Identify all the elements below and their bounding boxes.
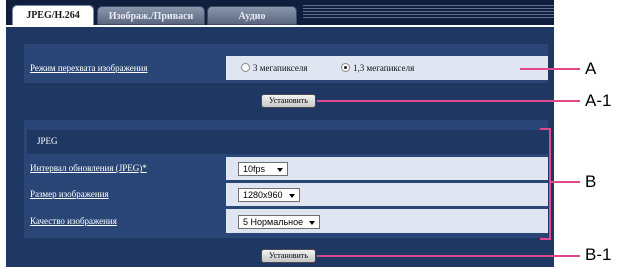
- image-quality-label: Качество изображения: [30, 216, 117, 226]
- tab-audio[interactable]: Аудио: [207, 6, 297, 25]
- callout-line-b1: [317, 255, 580, 257]
- callout-label-b: B: [585, 172, 597, 191]
- callout-line-b: [551, 181, 580, 183]
- image-size-select[interactable]: 1280x960: [238, 188, 300, 202]
- image-size-label: Размер изображения: [30, 189, 109, 199]
- set-button-jpeg[interactable]: Установить: [261, 249, 316, 263]
- callout-label-a: A: [585, 59, 597, 78]
- radio-icon: [241, 63, 250, 72]
- capture-mode-label: Режим перехвата изображения: [30, 63, 148, 73]
- radio-3mp[interactable]: 3 мегапикселя: [241, 63, 308, 73]
- callout-bracket-b: [540, 128, 551, 240]
- chevron-down-icon: [309, 221, 315, 225]
- callout-line-a1: [317, 100, 580, 102]
- radio-1-3mp[interactable]: 1,3 мегапикселя: [341, 63, 414, 73]
- set-button-capture[interactable]: Установить: [261, 94, 316, 108]
- image-quality-select[interactable]: 5 Нормальное: [238, 215, 320, 229]
- refresh-interval-label: Интервал обновления (JPEG)*: [30, 163, 147, 173]
- chevron-down-icon: [289, 194, 295, 198]
- jpeg-header: JPEG: [27, 130, 548, 154]
- tab-jpeg-h264[interactable]: JPEG/H.264: [12, 5, 94, 26]
- radio-selected-icon: [341, 63, 350, 72]
- chevron-down-icon: [277, 168, 283, 172]
- callout-label-a1: A-1: [585, 91, 612, 110]
- callout-label-b1: B-1: [585, 245, 612, 264]
- callout-line-a: [520, 68, 580, 70]
- tab-image-privacy[interactable]: Изображ./Приваси: [97, 6, 205, 25]
- refresh-interval-select[interactable]: 10fps: [238, 162, 288, 176]
